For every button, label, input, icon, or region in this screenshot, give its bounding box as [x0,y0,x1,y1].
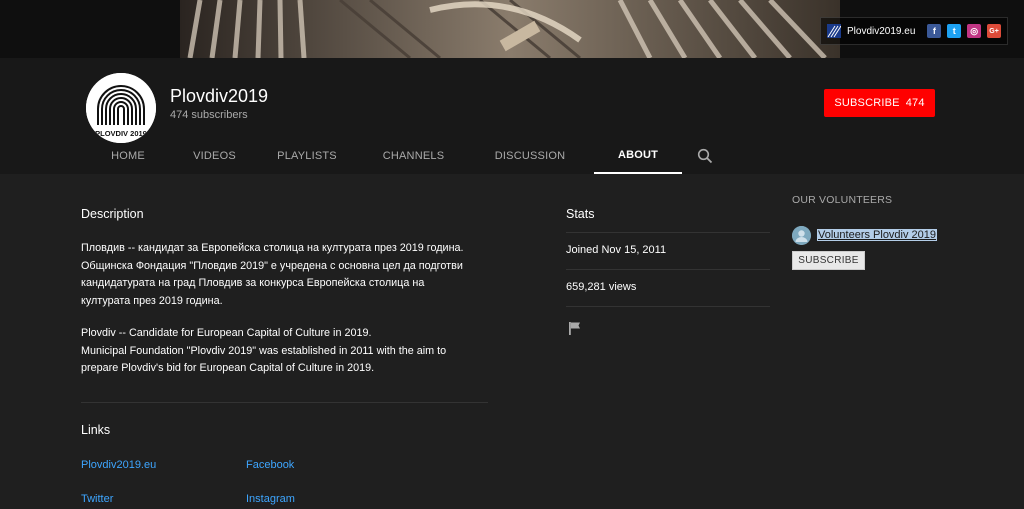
description-line: Пловдив -- кандидат за Европейска столиц… [81,242,464,254]
channel-title: Plovdiv2019 [170,86,269,106]
search-icon [697,148,712,164]
tab-home[interactable]: HOME [80,138,176,174]
svg-text:PLOVDIV 2019: PLOVDIV 2019 [95,129,147,138]
description-line: Общинска Фондация "Пловдив 2019" е учред… [81,259,463,272]
channel-tabs: HOME VIDEOS PLAYLISTS CHANNELS DISCUSSIO… [80,138,727,174]
tab-about[interactable]: ABOUT [594,138,682,174]
banner-links-overlay: Plovdiv2019.eu f t ◎ G+ [820,17,1008,45]
channel-banner: Plovdiv2019.eu f t ◎ G+ [0,0,1024,58]
tab-playlists[interactable]: PLAYLISTS [253,138,361,174]
google-plus-icon[interactable]: G+ [987,24,1002,38]
plovdiv-logo-icon [827,24,842,38]
tab-discussion[interactable]: DISCUSSION [466,138,594,174]
description-line: културата през 2019 година. [81,294,223,307]
volunteers-heading: OUR VOLUNTEERS [792,194,893,206]
plovdiv-2019-logo-icon: PLOVDIV 2019 [86,73,156,143]
volunteers-avatar[interactable] [792,226,811,245]
joined-date: Joined Nov 15, 2011 [566,244,667,256]
link-instagram[interactable]: Instagram [246,493,295,505]
link-twitter[interactable]: Twitter [81,493,113,505]
subscribe-count: 474 [905,97,925,109]
description-line: Plovdiv -- Candidate for European Capita… [81,327,372,339]
volunteers-channel-link[interactable]: Volunteers Plovdiv 2019 [817,229,938,241]
stats-divider [566,269,770,270]
channel-header: PLOVDIV 2019 Plovdiv2019 474 subscribers… [0,58,1024,174]
description-line: Municipal Foundation "Plovdiv 2019" was … [81,344,447,357]
description-text: Пловдив -- кандидат за Европейска столиц… [81,240,501,378]
subscriber-count: 474 subscribers [170,109,248,121]
link-facebook[interactable]: Facebook [246,459,294,471]
user-avatar-icon [792,226,811,245]
stats-divider [566,232,770,233]
banner-site-link[interactable]: Plovdiv2019.eu [847,26,915,37]
description-line: prepare Plovdiv's bid for European Capit… [81,362,375,374]
view-count: 659,281 views [566,281,637,293]
description-heading: Description [81,207,144,221]
flag-icon[interactable] [568,321,582,335]
stats-divider [566,306,770,307]
volunteers-subscribe-button[interactable]: SUBSCRIBE [792,251,865,270]
channel-avatar[interactable]: PLOVDIV 2019 [86,73,156,143]
about-content: Description Пловдив -- кандидат за Европ… [0,174,1024,509]
stats-heading: Stats [566,207,595,221]
links-heading: Links [81,423,111,437]
subscribe-label: SUBSCRIBE [834,97,900,109]
description-line: кандидатурата на град Пловдив за конкурс… [81,277,425,289]
instagram-icon[interactable]: ◎ [967,24,982,38]
twitter-icon[interactable]: t [947,24,962,38]
link-plovdiv2019-eu[interactable]: Plovdiv2019.eu [81,459,156,471]
tab-channels[interactable]: CHANNELS [361,138,466,174]
description-divider [81,402,488,403]
subscribe-button[interactable]: SUBSCRIBE 474 [824,89,935,117]
tab-videos[interactable]: VIDEOS [176,138,253,174]
banner-artwork [180,0,840,58]
channel-search-button[interactable] [682,138,727,174]
facebook-icon[interactable]: f [927,24,942,38]
